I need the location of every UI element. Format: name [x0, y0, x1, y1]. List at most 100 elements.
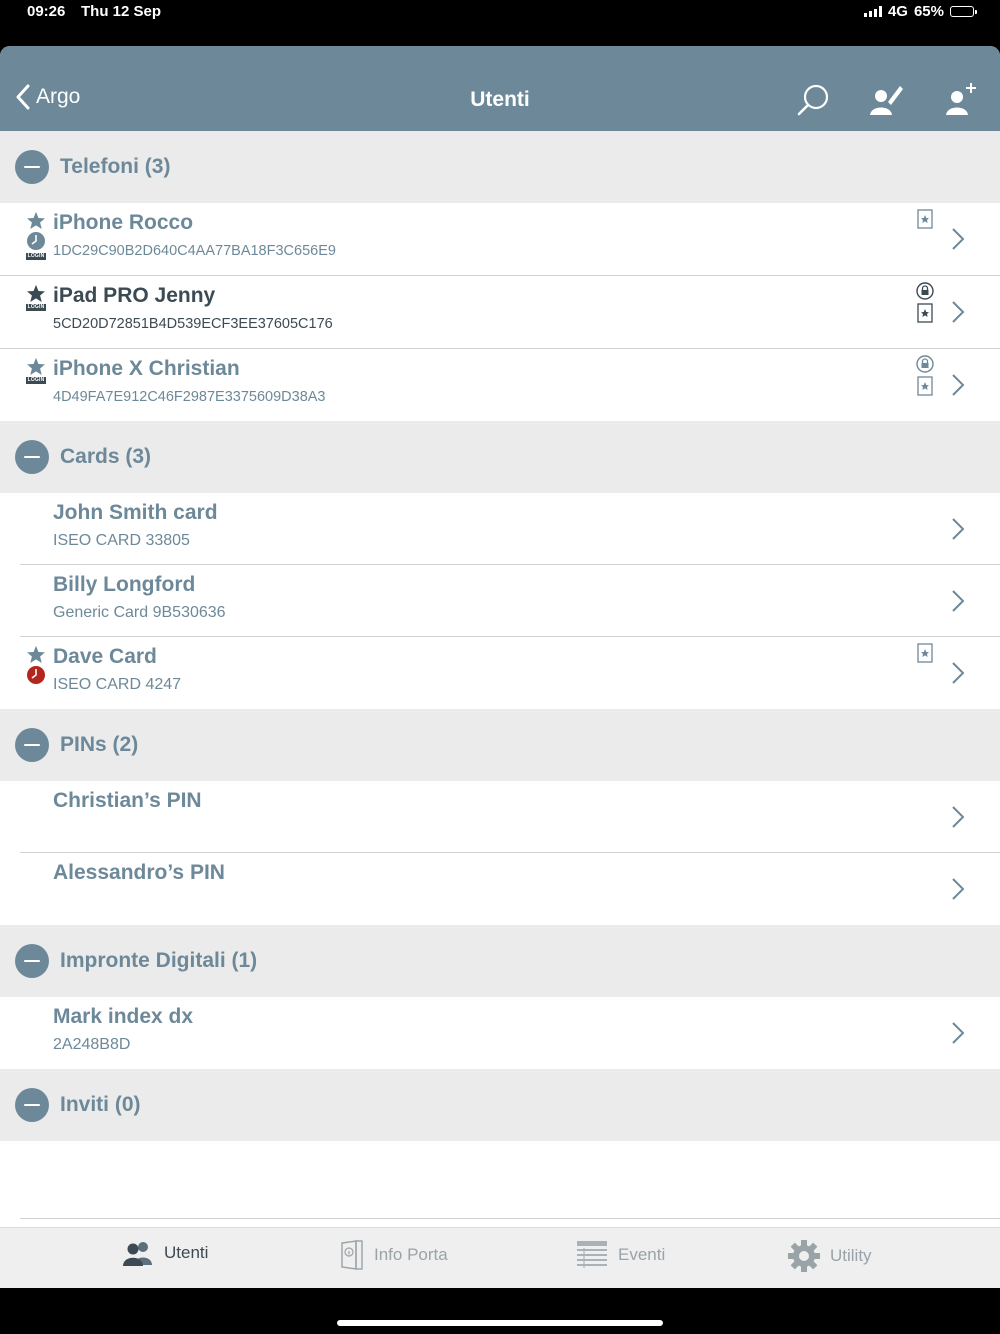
- star-icon: [27, 357, 45, 375]
- item-id: 4D49FA7E912C46F2987E3375609D38A3: [53, 389, 326, 405]
- collapse-icon[interactable]: [15, 440, 49, 474]
- section-header-impronte-digitali[interactable]: Impronte Digitali (1): [0, 925, 1000, 997]
- item-id: ISEO CARD 33805: [53, 532, 190, 549]
- card-star-icon: [917, 209, 933, 229]
- list-item-iphone-x-christian[interactable]: LOGIN iPhone X Christian 4D49FA7E912C46F…: [0, 349, 1000, 421]
- tab-info-porta[interactable]: Info Porta: [340, 1240, 448, 1270]
- item-id: Generic Card 9B530636: [53, 604, 226, 621]
- status-icons: LOGIN: [25, 284, 47, 311]
- item-id: 1DC29C90B2D640C4AA77BA18F3C656E9: [53, 243, 336, 259]
- status-time: 09:26: [27, 3, 66, 20]
- section-title: Cards (3): [60, 445, 152, 468]
- users-list: Telefoni (3) LOGIN iPhone Rocco 1DC29C90…: [0, 131, 1000, 1219]
- star-icon: [27, 284, 45, 302]
- card-star-icon: [917, 643, 933, 663]
- tab-eventi[interactable]: Eventi: [576, 1240, 665, 1270]
- status-date: Thu 12 Sep: [81, 3, 162, 20]
- section-header-telefoni[interactable]: Telefoni (3): [0, 131, 1000, 203]
- collapse-icon[interactable]: [15, 728, 49, 762]
- star-icon: [27, 645, 45, 663]
- card-star-icon: [917, 303, 933, 323]
- status-bar: 09:26 Thu 12 Sep 4G 65%: [0, 0, 1000, 28]
- list-item-alessandros-pin[interactable]: Alessandro’s PIN: [0, 853, 1000, 925]
- lock-icon: [916, 355, 934, 373]
- item-name: Christian’s PIN: [53, 789, 202, 812]
- users-icon: [123, 1242, 152, 1266]
- item-id: 2A248B8D: [53, 1036, 131, 1053]
- item-id: ISEO CARD 4247: [53, 676, 182, 693]
- section-header-inviti[interactable]: Inviti (0): [0, 1069, 1000, 1141]
- collapse-icon[interactable]: [15, 150, 49, 184]
- item-name: Alessandro’s PIN: [53, 861, 225, 884]
- tab-utility[interactable]: Utility: [788, 1240, 872, 1272]
- chevron-right-icon: [952, 518, 965, 540]
- page-title: Utenti: [470, 88, 530, 111]
- list-empty-area: [0, 1141, 1000, 1219]
- chevron-right-icon: [952, 301, 965, 323]
- right-icons: [914, 209, 936, 229]
- chevron-right-icon: [952, 878, 965, 900]
- section-title: Telefoni (3): [60, 155, 171, 178]
- search-icon[interactable]: [796, 82, 832, 118]
- status-right: 4G 65%: [863, 3, 977, 20]
- list-item-john-smith-card[interactable]: John Smith card ISEO CARD 33805: [0, 493, 1000, 565]
- gear-icon: [788, 1240, 820, 1272]
- events-list-icon: [577, 1241, 607, 1268]
- door-info-icon: [341, 1240, 363, 1270]
- tab-utenti[interactable]: Utenti: [122, 1240, 208, 1266]
- chevron-right-icon: [952, 590, 965, 612]
- star-icon: [27, 211, 45, 229]
- section-header-cards[interactable]: Cards (3): [0, 421, 1000, 493]
- status-icons: LOGIN: [25, 211, 47, 260]
- item-name: Dave Card: [53, 645, 157, 668]
- battery-icon: [950, 6, 977, 17]
- login-badge: LOGIN: [26, 377, 46, 384]
- login-badge: LOGIN: [26, 304, 46, 311]
- section-header-pins[interactable]: PINs (2): [0, 709, 1000, 781]
- item-name: Billy Longford: [53, 573, 196, 596]
- chevron-right-icon: [952, 1022, 965, 1044]
- list-item-billy-longford[interactable]: Billy Longford Generic Card 9B530636: [0, 565, 1000, 637]
- right-icons: [914, 643, 936, 663]
- section-title: Inviti (0): [60, 1093, 141, 1116]
- chevron-right-icon: [952, 228, 965, 250]
- tab-label: Info Porta: [374, 1245, 448, 1264]
- status-icons: LOGIN: [25, 357, 47, 384]
- card-star-icon: [917, 376, 933, 396]
- list-item-christians-pin[interactable]: Christian’s PIN: [0, 781, 1000, 853]
- list-item-mark-index-dx[interactable]: Mark index dx 2A248B8D: [0, 997, 1000, 1069]
- right-icons: [914, 282, 936, 323]
- right-icons: [914, 355, 936, 396]
- item-name: Mark index dx: [53, 1005, 194, 1028]
- clock-alert-icon: [27, 666, 45, 684]
- section-title: PINs (2): [60, 733, 139, 756]
- item-name: iPhone Rocco: [53, 211, 194, 234]
- navigation-bar: Argo Utenti: [0, 46, 1000, 131]
- list-item-dave-card[interactable]: Dave Card ISEO CARD 4247: [0, 637, 1000, 709]
- login-badge: LOGIN: [26, 253, 46, 260]
- item-name: iPad PRO Jenny: [53, 284, 216, 307]
- edit-user-icon[interactable]: [868, 82, 904, 118]
- collapse-icon[interactable]: [15, 944, 49, 978]
- section-title: Impronte Digitali (1): [60, 949, 258, 972]
- collapse-icon[interactable]: [15, 1088, 49, 1122]
- signal-icon: [863, 6, 882, 17]
- network-label: 4G: [887, 3, 908, 20]
- tab-label: Utenti: [164, 1243, 209, 1262]
- list-item-iphone-rocco[interactable]: LOGIN iPhone Rocco 1DC29C90B2D640C4AA77B…: [0, 203, 1000, 276]
- battery-percent: 65%: [913, 3, 944, 20]
- chevron-right-icon: [952, 662, 965, 684]
- app-window: Argo Utenti Telefoni (3) LOGIN iPhone Ro…: [0, 46, 1000, 1288]
- list-item-ipad-pro-jenny[interactable]: LOGIN iPad PRO Jenny 5CD20D72851B4D539EC…: [0, 276, 1000, 349]
- chevron-right-icon: [952, 374, 965, 396]
- status-icons: [25, 645, 47, 685]
- clock-icon: [27, 232, 45, 250]
- lock-icon: [916, 282, 934, 300]
- chevron-right-icon: [952, 806, 965, 828]
- item-name: iPhone X Christian: [53, 357, 240, 380]
- home-indicator[interactable]: [337, 1320, 663, 1326]
- tab-label: Eventi: [618, 1245, 666, 1264]
- add-user-icon[interactable]: [942, 82, 978, 118]
- item-id: 5CD20D72851B4D539ECF3EE37605C176: [53, 316, 333, 332]
- item-name: John Smith card: [53, 501, 218, 524]
